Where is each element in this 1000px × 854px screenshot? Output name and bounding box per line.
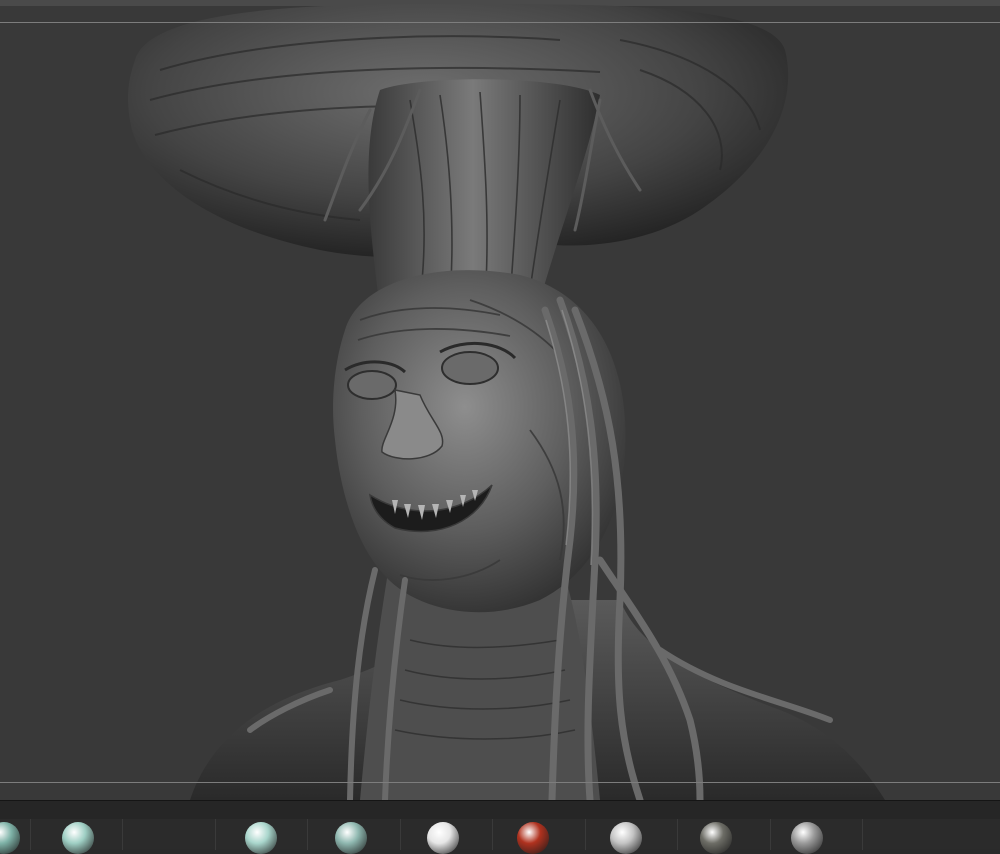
material-swatch-basic-material[interactable] <box>610 822 642 854</box>
shelf-divider <box>30 819 31 850</box>
shelf-header-band <box>0 801 1000 819</box>
material-swatch-white-lit[interactable] <box>427 822 459 854</box>
shelf-divider <box>122 819 123 850</box>
material-swatch-dark-matcap[interactable] <box>700 822 732 854</box>
shelf-divider <box>400 819 401 850</box>
sculpt-viewport[interactable] <box>0 0 1000 800</box>
material-shelf <box>0 800 1000 850</box>
shelf-divider <box>770 819 771 850</box>
material-swatch-clay-mat-2[interactable] <box>62 822 94 854</box>
frame-guide-top <box>0 22 1000 23</box>
shelf-divider <box>862 819 863 850</box>
frame-guide-bottom <box>0 782 1000 783</box>
sculpt-model <box>128 3 885 800</box>
shelf-divider <box>307 819 308 850</box>
shelf-divider <box>492 819 493 850</box>
right-eye <box>441 351 499 385</box>
left-eye <box>347 370 397 400</box>
material-swatch-skin-shade[interactable] <box>335 822 367 854</box>
shelf-divider <box>585 819 586 850</box>
shelf-divider <box>677 819 678 850</box>
material-swatch-red-wax[interactable] <box>517 822 549 854</box>
material-swatch-clay-mat-3[interactable] <box>245 822 277 854</box>
material-swatch-gray-matcap[interactable] <box>791 822 823 854</box>
shelf-divider <box>215 819 216 850</box>
